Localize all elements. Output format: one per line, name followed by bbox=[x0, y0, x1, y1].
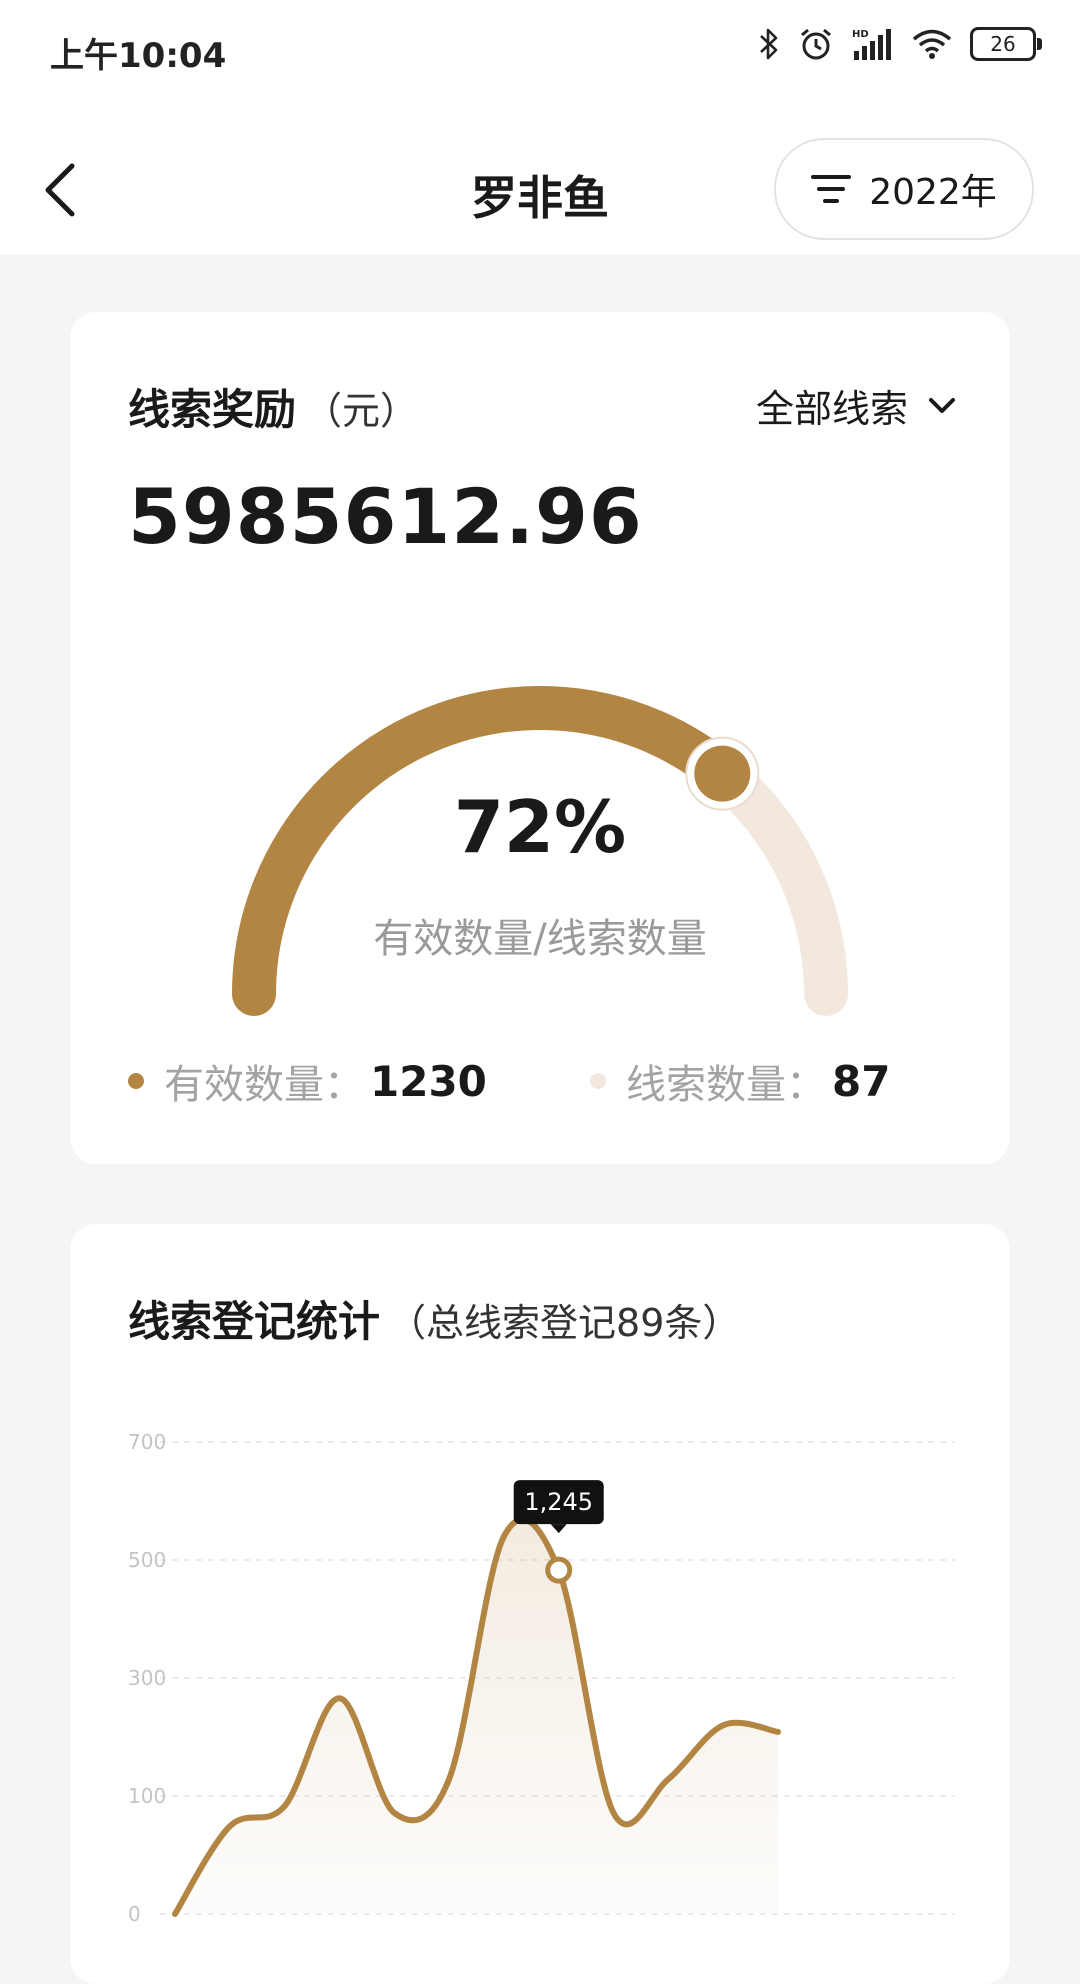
bluetooth-icon bbox=[760, 28, 778, 60]
reward-title-text: 线索奖励 bbox=[128, 385, 297, 434]
clue-type-label: 全部线索 bbox=[755, 387, 908, 431]
battery-indicator: 26 bbox=[970, 27, 1042, 61]
effective-rate-gauge: 72% 有效数量/线索数量 bbox=[232, 685, 848, 1016]
legend-valid: 有效数量： 1230 bbox=[128, 1052, 487, 1110]
gauge-percent: 72% bbox=[454, 785, 626, 869]
filter-icon bbox=[811, 175, 852, 203]
stats-card: 线索登记统计 （总线索登记89条） 700 500 300 100 0 1,245 bbox=[70, 1224, 1010, 1984]
reward-unit: （元） bbox=[304, 389, 419, 433]
alarm-icon bbox=[801, 28, 831, 60]
legend-clue-value: 87 bbox=[832, 1056, 891, 1106]
signal-icon: HD bbox=[852, 29, 891, 60]
chart-y-tick-label: 500 bbox=[128, 1548, 166, 1572]
legend-valid-label: 有效数量： bbox=[164, 1062, 364, 1108]
legend-clue-label: 线索数量： bbox=[626, 1062, 826, 1108]
legend-clue-dot bbox=[590, 1073, 606, 1089]
reward-card-title: 线索奖励 （元） bbox=[128, 376, 418, 437]
chart-area-fill bbox=[175, 1519, 778, 1914]
nav-bar: 罗非鱼 2022年 bbox=[0, 100, 1080, 254]
status-time: 上午10:04 bbox=[50, 36, 227, 76]
year-filter-button[interactable]: 2022年 bbox=[774, 138, 1034, 240]
wifi-icon bbox=[912, 29, 952, 59]
chart-y-tick-label: 100 bbox=[128, 1784, 166, 1808]
status-icons: HD 26 bbox=[758, 26, 1042, 62]
clue-type-dropdown[interactable]: 全部线索 bbox=[756, 378, 956, 433]
reward-amount: 5985612.96 bbox=[128, 472, 643, 561]
legend-valid-dot bbox=[128, 1073, 144, 1089]
chart-y-tick-label: 300 bbox=[128, 1666, 166, 1690]
legend-clue: 线索数量： 87 bbox=[590, 1052, 890, 1110]
chevron-down-icon bbox=[929, 397, 955, 413]
chart-tooltip-label: 1,245 bbox=[524, 1488, 593, 1516]
gauge-knob bbox=[694, 745, 751, 802]
chart-highlight-point[interactable] bbox=[545, 1556, 573, 1584]
chart-tooltip-pointer bbox=[550, 1524, 567, 1534]
svg-text:HD: HD bbox=[852, 29, 869, 40]
chart-y-tick-label: 700 bbox=[128, 1430, 166, 1454]
gauge-subtitle: 有效数量/线索数量 bbox=[373, 916, 706, 962]
reward-card: 线索奖励 （元） 全部线索 5985612.96 72% 有效数量/线索数量 有效… bbox=[70, 312, 1010, 1164]
clue-registration-chart: 700 500 300 100 0 1,245 bbox=[128, 1430, 955, 1926]
chart-y-tick-label: 0 bbox=[128, 1902, 141, 1926]
status-bar: 上午10:04 HD 26 bbox=[0, 0, 1080, 100]
legend-valid-value: 1230 bbox=[370, 1056, 487, 1106]
year-filter-label: 2022年 bbox=[869, 172, 997, 213]
